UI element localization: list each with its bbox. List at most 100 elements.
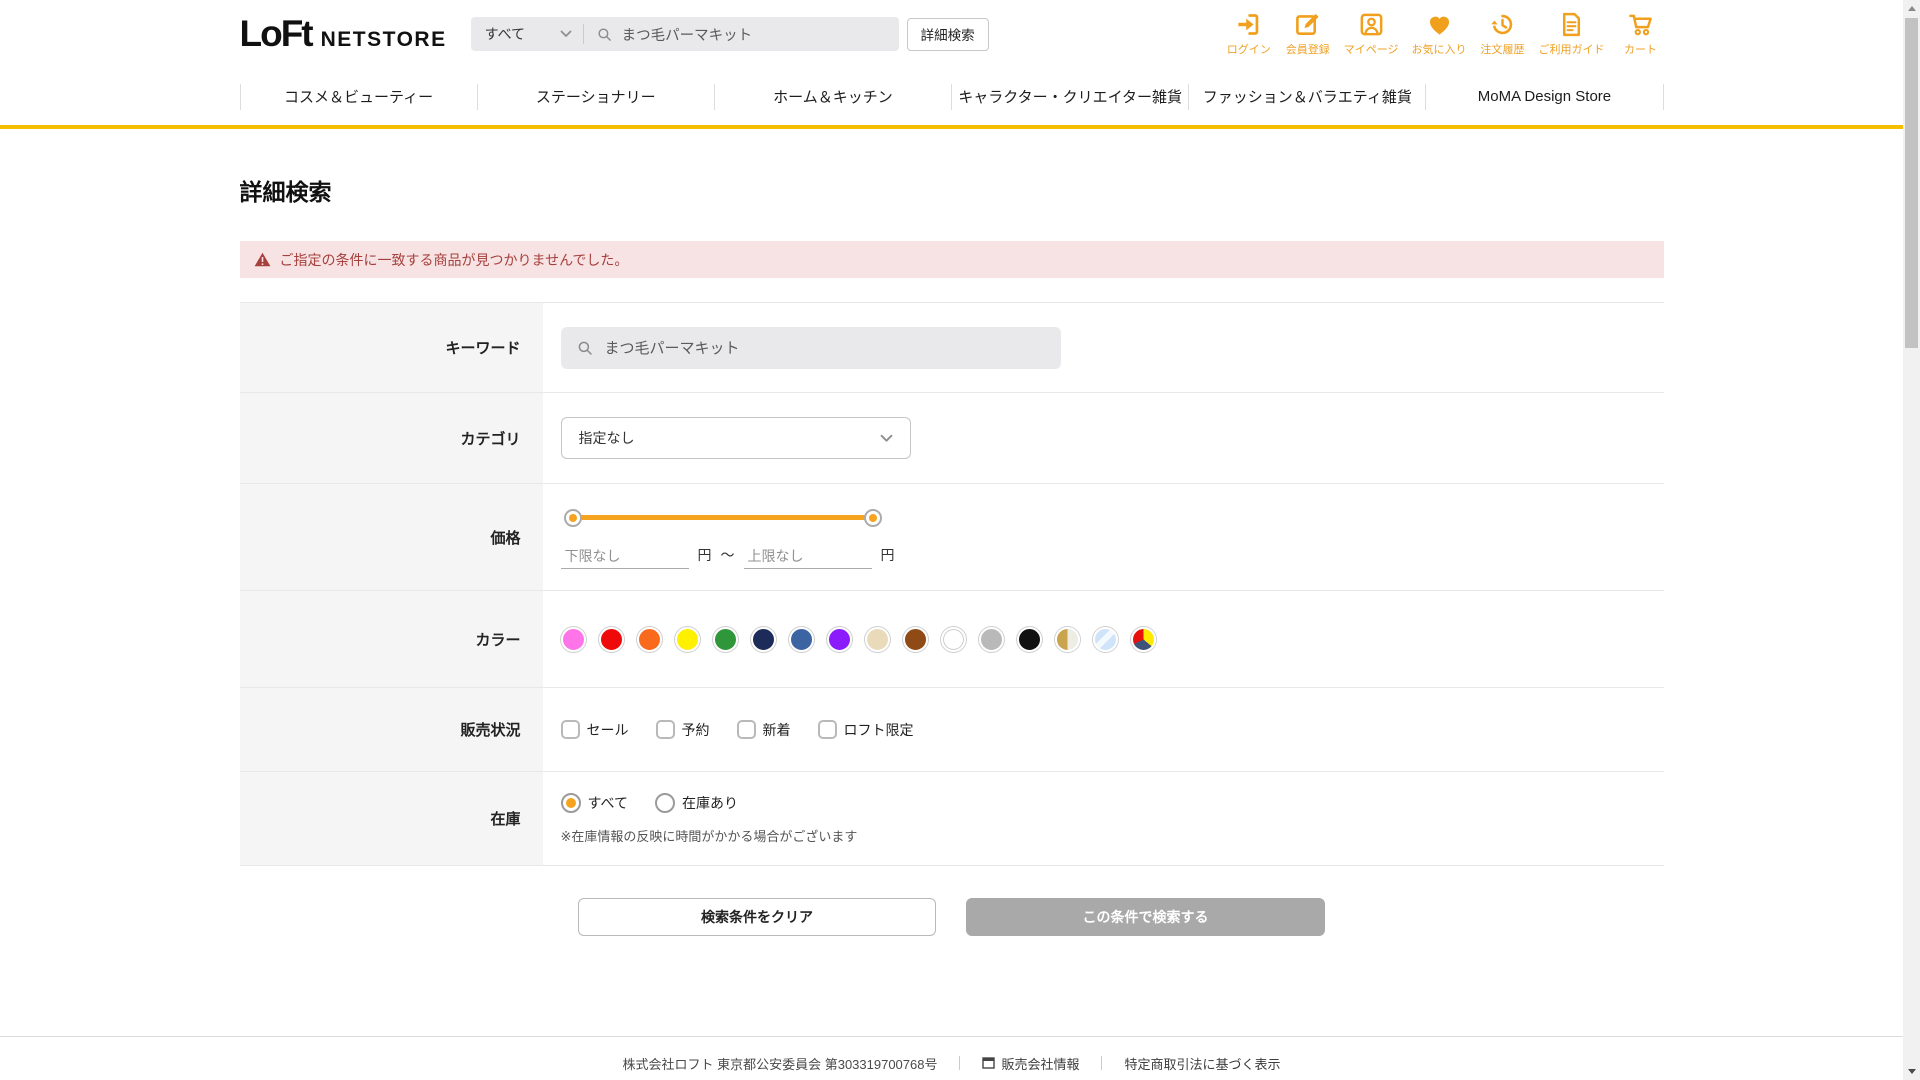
search-icon xyxy=(596,26,613,43)
color-swatch-yellow[interactable] xyxy=(675,627,700,652)
radio-option-all[interactable]: すべて xyxy=(561,793,628,813)
nav-item-home-kitchen[interactable]: ホーム＆キッチン xyxy=(715,86,951,107)
color-swatch-green[interactable] xyxy=(713,627,738,652)
price-range-slider[interactable] xyxy=(573,506,873,530)
header-link-mypage[interactable]: マイページ xyxy=(1344,11,1399,57)
logo-netstore-text: NETSTORE xyxy=(321,28,447,52)
radio-all xyxy=(561,793,581,813)
color-swatch-blue[interactable] xyxy=(789,627,814,652)
logo-loft-text: LoFt xyxy=(240,13,312,55)
order-history-icon xyxy=(1489,11,1516,38)
color-swatch-gold[interactable] xyxy=(1055,627,1080,652)
radio-label: 在庫あり xyxy=(682,793,738,813)
footer-link-label: 販売会社情報 xyxy=(1001,1054,1079,1073)
header-top-row: LoFt NETSTORE すべて 詳細検索 ログイン会員登録マイページお気 xyxy=(240,0,1664,68)
nav-divider xyxy=(1663,84,1664,110)
checkbox-option-loft-limited[interactable]: ロフト限定 xyxy=(818,720,914,740)
slider-handle-max[interactable] xyxy=(866,511,880,525)
search-icon xyxy=(576,339,594,357)
nav-item-stationery[interactable]: ステーショナリー xyxy=(478,86,714,107)
header-link-label: 注文履歴 xyxy=(1481,41,1525,57)
color-swatch-clear[interactable] xyxy=(1093,627,1118,652)
color-swatch-pink[interactable] xyxy=(561,627,586,652)
header-link-guide[interactable]: ご利用ガイド xyxy=(1539,11,1605,57)
header-utility-links: ログイン会員登録マイページお気に入り注文履歴ご利用ガイドカート xyxy=(1226,11,1664,57)
form-row-keyword: キーワード xyxy=(240,303,1664,393)
checkbox-option-reserve[interactable]: 予約 xyxy=(656,720,710,740)
color-swatch-multicolor[interactable] xyxy=(1131,627,1156,652)
cart-icon xyxy=(1627,11,1654,38)
form-row-sales-status: 販売状況 セール 予約 新着 ロフト限定 xyxy=(240,688,1664,772)
header-link-register[interactable]: 会員登録 xyxy=(1285,11,1331,57)
header-link-label: ログイン xyxy=(1227,41,1271,57)
loft-logo[interactable]: LoFt NETSTORE xyxy=(240,13,447,55)
header-link-order-history[interactable]: 注文履歴 xyxy=(1480,11,1526,57)
radio-label: すべて xyxy=(588,793,628,813)
alert-banner: ご指定の条件に一致する商品が見つかりませんでした。 xyxy=(240,241,1664,278)
nav-item-moma[interactable]: MoMA Design Store xyxy=(1426,88,1662,105)
form-buttons: 検索条件をクリア この条件で検索する xyxy=(240,898,1664,936)
footer-company-text: 株式会社ロフト 東京都公安委員会 第303319700768号 xyxy=(622,1054,937,1073)
nav-item-cosme[interactable]: コスメ＆ビューティー xyxy=(241,86,477,107)
chevron-down-icon xyxy=(880,434,893,443)
stock-note: ※在庫情報の反映に時間がかかる場合がございます xyxy=(561,826,858,845)
checkbox-option-sale[interactable]: セール xyxy=(561,720,629,740)
color-swatch-row xyxy=(561,627,1156,652)
checkbox-option-new[interactable]: 新着 xyxy=(737,720,791,740)
color-swatch-beige[interactable] xyxy=(865,627,890,652)
header-link-label: カート xyxy=(1624,41,1657,57)
scroll-up-button[interactable] xyxy=(1903,0,1920,17)
radio-in-stock xyxy=(655,793,675,813)
scroll-up-icon xyxy=(1908,6,1916,11)
form-row-category: カテゴリ 指定なし xyxy=(240,393,1664,484)
color-swatch-brown[interactable] xyxy=(903,627,928,652)
scrollbar[interactable] xyxy=(1903,0,1920,1080)
category-select[interactable]: 指定なし xyxy=(561,417,911,459)
checkbox-new xyxy=(737,720,756,739)
color-swatch-orange[interactable] xyxy=(637,627,662,652)
keyword-search-input[interactable] xyxy=(605,339,1046,356)
color-swatch-navy[interactable] xyxy=(751,627,776,652)
slider-handle-min[interactable] xyxy=(566,511,580,525)
color-swatch-black[interactable] xyxy=(1017,627,1042,652)
checkbox-loft-limited xyxy=(818,720,837,739)
header-link-favorites[interactable]: お気に入り xyxy=(1412,11,1467,57)
footer-link-tokushoho[interactable]: 特定商取引法に基づく表示 xyxy=(1124,1054,1280,1073)
search-submit-button[interactable]: この条件で検索する xyxy=(966,898,1325,936)
advanced-search-button[interactable]: 詳細検索 xyxy=(907,18,989,51)
checkbox-sale xyxy=(561,720,580,739)
scrollbar-thumb[interactable] xyxy=(1905,18,1918,348)
slider-track xyxy=(573,515,873,520)
search-category-select[interactable]: すべて xyxy=(471,17,583,51)
scroll-down-button[interactable] xyxy=(1903,1063,1920,1080)
price-min-input[interactable] xyxy=(561,546,689,569)
header-link-login[interactable]: ログイン xyxy=(1226,11,1272,57)
scroll-down-icon xyxy=(1908,1069,1916,1074)
header-search-input[interactable] xyxy=(622,26,887,42)
header-link-cart[interactable]: カート xyxy=(1618,11,1664,57)
price-max-input[interactable] xyxy=(744,546,872,569)
color-swatch-gray[interactable] xyxy=(979,627,1004,652)
category-select-value: 指定なし xyxy=(579,428,635,448)
sales-status-options: セール 予約 新着 ロフト限定 xyxy=(543,688,1664,771)
keyword-input-wrap xyxy=(561,327,1061,369)
radio-option-in-stock[interactable]: 在庫あり xyxy=(655,793,738,813)
color-swatch-purple[interactable] xyxy=(827,627,852,652)
nav-item-fashion-variety[interactable]: ファッション＆バラエティ雑貨 xyxy=(1189,86,1425,107)
site-header: LoFt NETSTORE すべて 詳細検索 ログイン会員登録マイページお気 xyxy=(0,0,1903,129)
color-swatch-white[interactable] xyxy=(941,627,966,652)
header-link-label: 会員登録 xyxy=(1286,41,1330,57)
form-row-color: カラー xyxy=(240,591,1664,688)
sales-status-label: 販売状況 xyxy=(240,688,543,771)
header-link-label: お気に入り xyxy=(1412,41,1467,57)
stock-label: 在庫 xyxy=(240,772,543,865)
site-footer: 株式会社ロフト 東京都公安委員会 第303319700768号 販売会社情報 特… xyxy=(0,1036,1903,1080)
search-category-value: すべて xyxy=(485,24,525,44)
color-swatch-red[interactable] xyxy=(599,627,624,652)
nav-item-character[interactable]: キャラクター・クリエイター雑貨 xyxy=(952,86,1188,107)
color-label: カラー xyxy=(240,591,543,687)
mypage-icon xyxy=(1358,11,1385,38)
favorites-icon xyxy=(1426,11,1453,38)
footer-link-company-info[interactable]: 販売会社情報 xyxy=(982,1054,1079,1073)
clear-conditions-button[interactable]: 検索条件をクリア xyxy=(578,898,936,936)
